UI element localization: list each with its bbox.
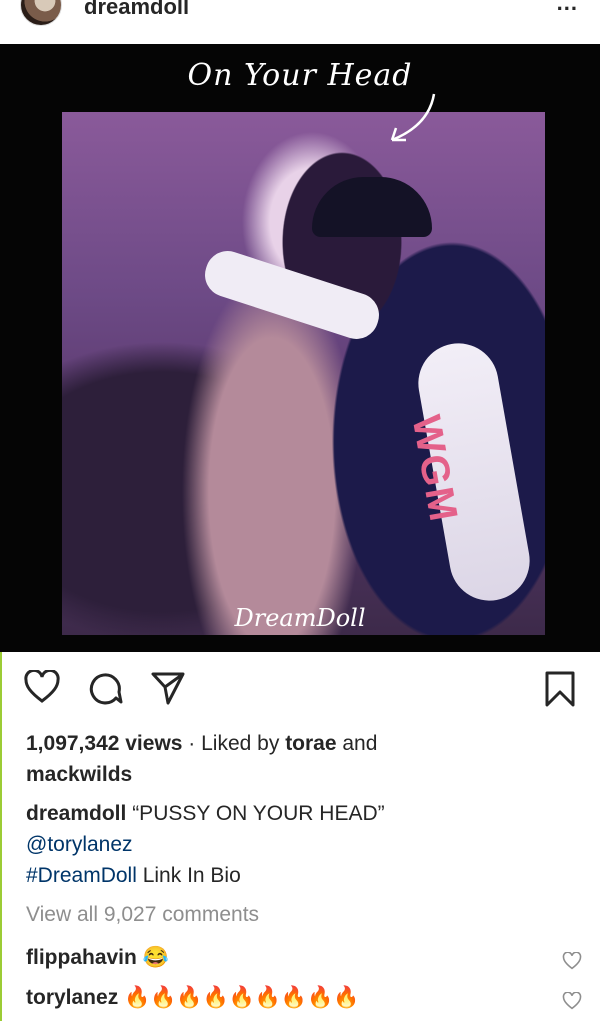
post-photo: WGM xyxy=(62,112,545,635)
caption-text: “PUSSY ON YOUR HEAD” xyxy=(126,802,385,825)
heart-icon[interactable] xyxy=(24,670,60,704)
send-icon[interactable] xyxy=(150,670,186,706)
caption-author[interactable]: dreamdoll xyxy=(26,802,126,825)
comment-icon[interactable] xyxy=(88,670,124,706)
caption-hashtag-line: #DreamDoll Link In Bio xyxy=(26,860,586,891)
comment-text: 🔥🔥🔥🔥🔥🔥🔥🔥🔥 xyxy=(124,986,360,1009)
view-all-comments[interactable]: View all 9,027 comments xyxy=(26,899,586,930)
comment-row: flippahavin 😂 xyxy=(26,946,586,970)
liked-user-2[interactable]: mackwilds xyxy=(26,763,132,786)
header-username[interactable]: dreamdoll xyxy=(84,0,189,20)
avatar[interactable] xyxy=(20,0,62,26)
comment-text: 😂 xyxy=(142,946,169,969)
title-overlay-text: On Your Head xyxy=(187,58,413,93)
action-bar xyxy=(0,658,600,714)
comment-row: torylanez 🔥🔥🔥🔥🔥🔥🔥🔥🔥 xyxy=(26,986,586,1010)
title-overlay: On Your Head xyxy=(0,58,600,93)
post-header: dreamdoll ... xyxy=(0,0,600,44)
post-info: 1,097,342 views · Liked by torae and mac… xyxy=(26,728,586,930)
caption-line: dreamdoll “PUSSY ON YOUR HEAD” xyxy=(26,798,586,829)
comment-like-icon[interactable] xyxy=(562,952,582,970)
photo-arm xyxy=(199,245,385,345)
views-count[interactable]: 1,097,342 views xyxy=(26,732,182,755)
stats-line: 1,097,342 views · Liked by torae and xyxy=(26,728,586,759)
more-options-icon[interactable]: ... xyxy=(557,0,578,16)
comment-like-icon[interactable] xyxy=(562,992,582,1010)
liked-and: and xyxy=(336,732,378,755)
signature-text: DreamDoll xyxy=(234,604,366,632)
liked-by-label: · Liked by xyxy=(182,732,286,755)
liked-user-1[interactable]: torae xyxy=(285,732,336,755)
comment-user[interactable]: flippahavin xyxy=(26,946,137,969)
caption-mention[interactable]: @torylanez xyxy=(26,833,133,856)
arrow-icon xyxy=(390,93,436,142)
caption-rest: Link In Bio xyxy=(136,864,241,887)
stats-line-2: mackwilds xyxy=(26,759,586,790)
signature-overlay: DreamDoll xyxy=(0,604,600,632)
caption-mention-line: @torylanez xyxy=(26,829,586,860)
caption-hashtag[interactable]: #DreamDoll xyxy=(26,864,137,887)
comment-user[interactable]: torylanez xyxy=(26,986,118,1009)
bookmark-icon[interactable] xyxy=(544,670,576,708)
photo-cap xyxy=(312,177,432,237)
post-image[interactable]: WGM xyxy=(0,44,600,652)
